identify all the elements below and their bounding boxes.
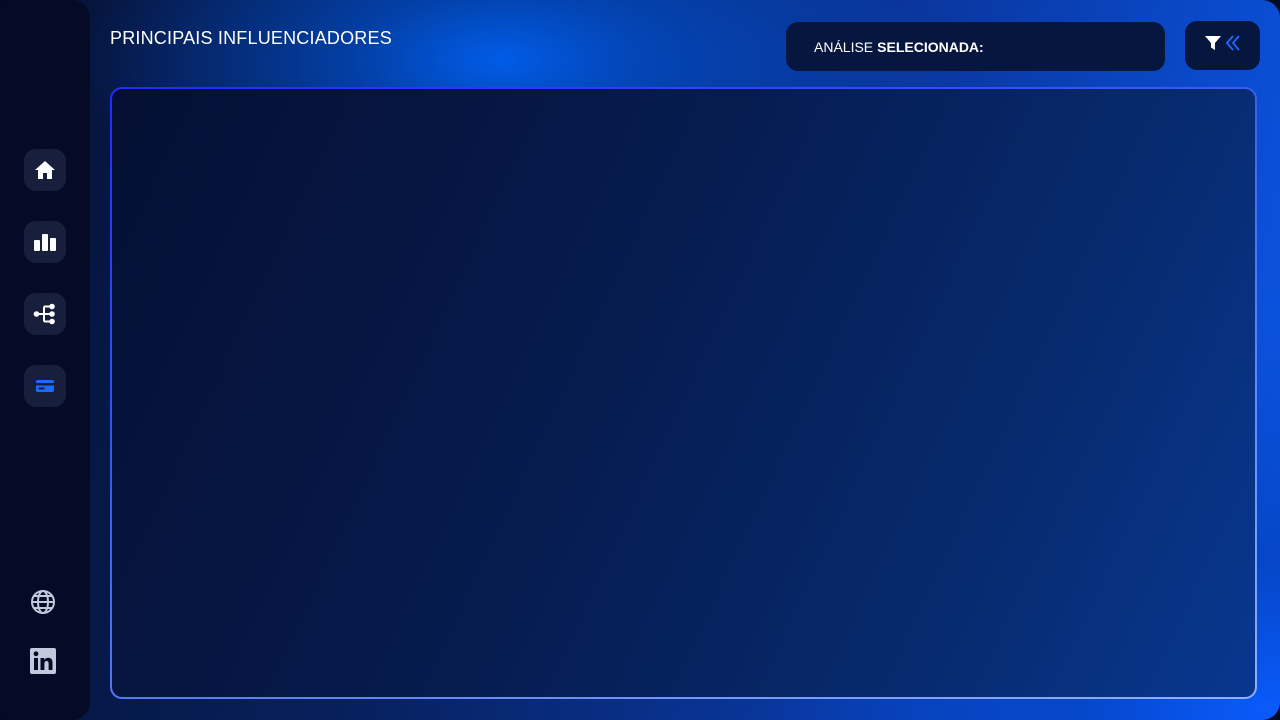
bar-chart-icon	[33, 232, 57, 252]
sidebar-item-charts[interactable]	[24, 221, 66, 263]
sidebar	[0, 0, 90, 720]
app-canvas: PRINCIPAIS INFLUENCIADORES ANÁLISE SELEC…	[0, 0, 1280, 720]
decomposition-tree-icon	[33, 303, 57, 325]
analysis-label-strong: SELECIONADA:	[877, 38, 984, 55]
linkedin-icon	[30, 647, 56, 679]
sidebar-item-card[interactable]	[24, 365, 66, 407]
selected-analysis-display: ANÁLISE SELECIONADA:	[786, 22, 1165, 71]
sidebar-item-home[interactable]	[24, 149, 66, 191]
analysis-label: ANÁLISE	[814, 38, 874, 55]
filter-icon	[1204, 34, 1222, 57]
page-title: PRINCIPAIS INFLUENCIADORES	[110, 28, 392, 48]
filter-panel-toggle-button[interactable]	[1185, 21, 1260, 70]
home-icon	[34, 160, 56, 180]
website-link[interactable]	[30, 589, 56, 620]
globe-icon	[30, 589, 56, 620]
double-chevron-left-icon	[1224, 34, 1242, 57]
linkedin-link[interactable]	[30, 647, 56, 679]
sidebar-item-decomposition[interactable]	[24, 293, 66, 335]
key-influencers-visual-panel	[110, 87, 1257, 699]
card-icon	[35, 378, 55, 394]
